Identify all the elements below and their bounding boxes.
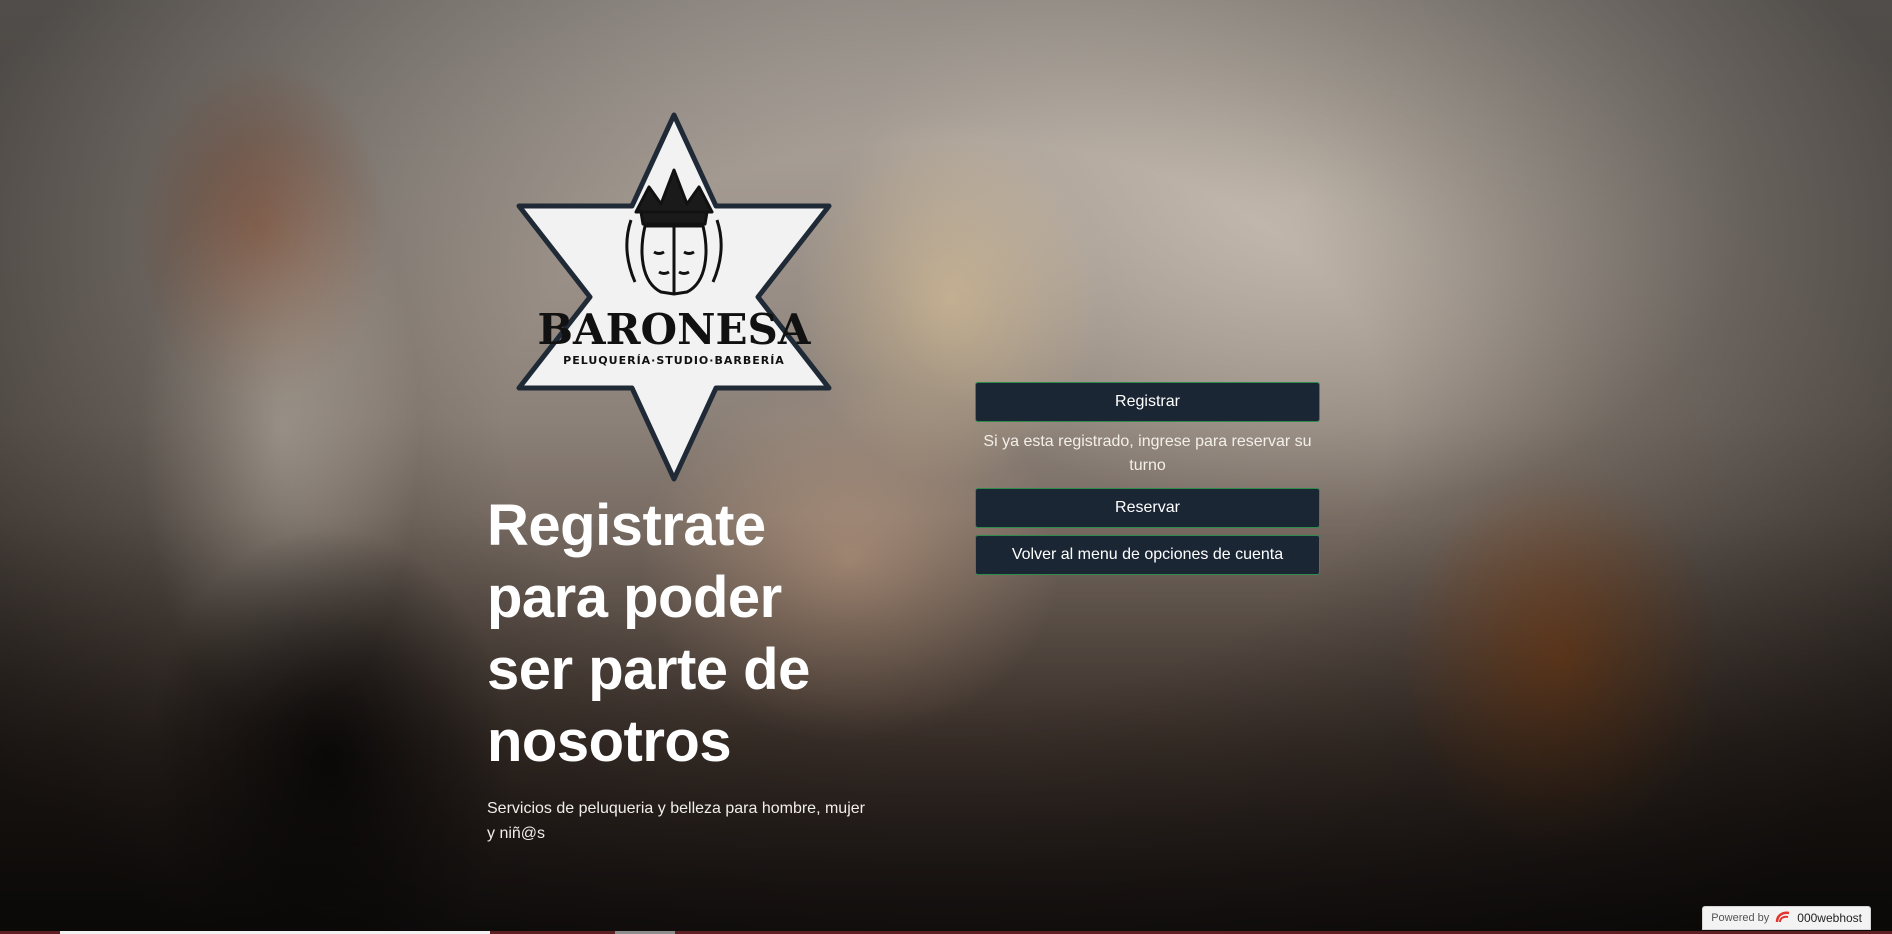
baronesa-logo: BARONESA PELUQUERÍA·STUDIO·BARBERÍA [489,112,859,482]
reserve-button[interactable]: Reservar [975,488,1320,528]
logo-tagline: PELUQUERÍA·STUDIO·BARBERÍA [563,354,785,367]
hero-title: Registrate para poder ser parte de nosot… [487,493,810,774]
background-overlay [0,0,1892,934]
account-actions: Registrar Si ya esta registrado, ingrese… [975,382,1320,575]
webhost-logo-icon [1775,910,1791,927]
powered-by-badge[interactable]: Powered by 000webhost [1702,906,1871,930]
logo-name: BARONESA [538,305,812,354]
webhost-name: 000webhost [1797,911,1862,925]
hero-subtitle: Servicios de peluqueria y belleza para h… [487,800,865,842]
register-button[interactable]: Registrar [975,382,1320,422]
powered-by-label: Powered by [1711,912,1770,924]
hero: Registrate para poder ser parte de nosot… [487,490,867,846]
back-to-account-menu-button[interactable]: Volver al menu de opciones de cuenta [975,535,1320,575]
login-note: Si ya esta registrado, ingrese para rese… [983,433,1312,474]
